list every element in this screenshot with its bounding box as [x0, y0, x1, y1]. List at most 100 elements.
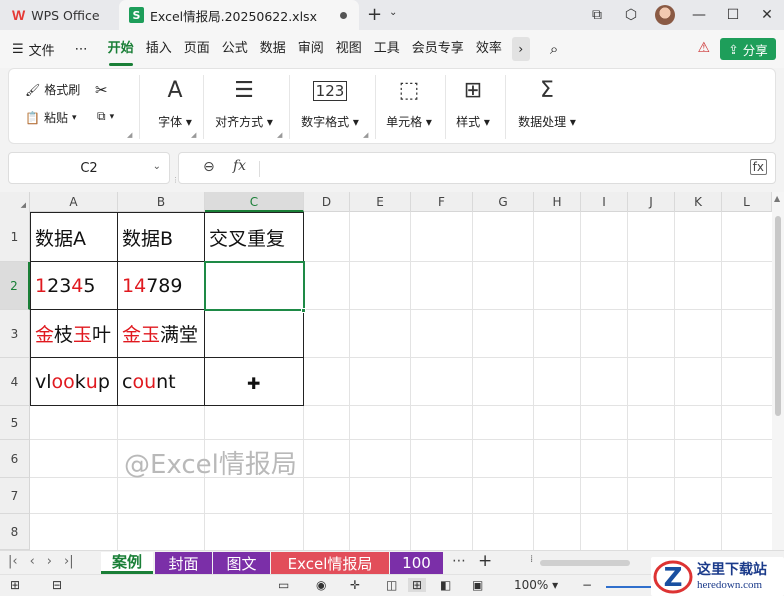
new-tab-caret-icon[interactable]: ⌄	[389, 7, 397, 18]
column-header-h[interactable]: H	[534, 192, 581, 212]
sheet-tab-cover[interactable]: 封面	[155, 552, 212, 574]
expand-formula-icon[interactable]: fx	[749, 159, 767, 175]
new-tab-plus-icon[interactable]: +	[367, 4, 382, 25]
search-icon[interactable]: ⌕	[550, 40, 558, 58]
maximize-icon[interactable]: ☐	[716, 7, 750, 23]
reading-mode-icon[interactable]: ◫	[386, 578, 397, 592]
cell-b3[interactable]: 金玉 满堂	[118, 310, 205, 358]
page-layout-icon[interactable]: ◧	[440, 578, 451, 592]
vertical-scrollbar[interactable]: ▲	[772, 192, 784, 550]
row-header-3[interactable]: 3	[0, 310, 30, 358]
horizontal-scroll-thumb[interactable]	[540, 560, 630, 566]
scroll-up-icon[interactable]: ▲	[774, 194, 780, 203]
column-header-c[interactable]: C	[205, 192, 304, 212]
cell-a4[interactable]: vl oo k u p	[30, 358, 118, 406]
eye-view-icon[interactable]: ◉	[316, 578, 326, 592]
share-button[interactable]: ⇪ 分享	[720, 38, 776, 60]
avatar[interactable]	[655, 5, 675, 25]
row-header-5[interactable]: 5	[0, 406, 30, 440]
cell-a3[interactable]: 金枝玉叶	[30, 310, 118, 358]
tab-view[interactable]: 视图	[330, 30, 368, 68]
vertical-scroll-thumb[interactable]	[775, 216, 781, 416]
chevron-right-icon[interactable]: ›	[511, 37, 530, 61]
restore-tabs-icon[interactable]: ⧉	[580, 7, 614, 23]
column-header-g[interactable]: G	[473, 192, 534, 212]
cell-c3[interactable]	[205, 310, 304, 358]
next-sheet-icon[interactable]: ›	[47, 554, 52, 569]
minimize-icon[interactable]: —	[682, 7, 716, 23]
styles-group[interactable]: ⊞ 样式 ▾	[451, 77, 495, 130]
cell-a2[interactable]: 12345	[30, 262, 118, 310]
sheet-tab-100[interactable]: 100	[390, 552, 443, 574]
column-header-i[interactable]: I	[581, 192, 628, 212]
sheet-tab-case[interactable]: 案例	[101, 552, 153, 574]
sheet-view-icon[interactable]: ⊟	[52, 578, 62, 592]
tab-review[interactable]: 审阅	[292, 30, 330, 68]
tab-tools[interactable]: 工具	[368, 30, 406, 68]
focus-mode-icon[interactable]: ✛	[350, 578, 360, 592]
row-header-6[interactable]: 6	[0, 440, 30, 478]
number-format-group[interactable]: 123 数字格式 ▾	[295, 77, 365, 130]
macro-record-icon[interactable]: ⊞	[10, 578, 20, 592]
paste-button[interactable]: 📋 粘贴 ▾	[25, 109, 77, 126]
column-header-e[interactable]: E	[350, 192, 411, 212]
column-header-a[interactable]: A	[30, 192, 118, 212]
zoom-level[interactable]: 100% ▾	[514, 578, 558, 592]
column-header-f[interactable]: F	[411, 192, 473, 212]
row-header-7[interactable]: 7	[0, 478, 30, 514]
document-tab[interactable]: S Excel情报局.20250622.xlsx	[119, 0, 359, 30]
file-menu[interactable]: ☰ 文件	[12, 40, 55, 59]
column-header-b[interactable]: B	[118, 192, 205, 212]
tab-data[interactable]: 数据	[254, 30, 292, 68]
split-handle-icon[interactable]: ⁞	[530, 554, 533, 565]
column-header-d[interactable]: D	[304, 192, 350, 212]
zoom-search-icon[interactable]: ⊖	[203, 159, 215, 175]
tab-page[interactable]: 页面	[178, 30, 216, 68]
first-sheet-icon[interactable]: |‹	[8, 554, 18, 569]
clipboard-launcher-icon[interactable]: ◢	[127, 131, 132, 139]
cell-c1[interactable]: 交叉重复	[205, 212, 304, 262]
close-icon[interactable]: ✕	[750, 7, 784, 23]
cut-scissors-icon[interactable]: ✂	[95, 81, 108, 99]
column-header-l[interactable]: L	[722, 192, 772, 212]
wps-home-tab[interactable]: W WPS Office	[12, 6, 100, 24]
name-box[interactable]: C2 ⌄	[8, 152, 170, 184]
more-menu-icon[interactable]: ⋯	[75, 42, 88, 57]
alignment-launcher-icon[interactable]: ◢	[277, 131, 282, 139]
chevron-down-icon[interactable]: ⌄	[153, 161, 161, 172]
active-cell-selection[interactable]	[204, 261, 305, 311]
font-group[interactable]: A 字体 ▾	[151, 77, 199, 130]
last-sheet-icon[interactable]: ›|	[64, 554, 74, 569]
tab-insert[interactable]: 插入	[140, 30, 178, 68]
font-launcher-icon[interactable]: ◢	[191, 131, 196, 139]
tab-home[interactable]: 开始	[102, 30, 140, 68]
formula-input[interactable]: ⊖ fx fx	[178, 152, 776, 184]
fx-icon[interactable]: fx	[233, 158, 246, 174]
zoom-out-icon[interactable]: −	[582, 578, 592, 592]
box-icon[interactable]: ⬡	[614, 7, 648, 23]
copy-button[interactable]: ⧉ ▾	[97, 109, 114, 124]
sheet-tab-excel[interactable]: Excel情报局	[271, 552, 389, 574]
cloud-sync-icon[interactable]: ⚠	[697, 40, 710, 56]
column-header-k[interactable]: K	[675, 192, 722, 212]
cell-a1[interactable]: 数据A	[30, 212, 118, 262]
data-processing-group[interactable]: Σ 数据处理 ▾	[515, 77, 579, 130]
fill-handle[interactable]	[301, 308, 306, 313]
sheet-tab-graphic[interactable]: 图文	[213, 552, 270, 574]
format-painter-button[interactable]: 🖌 格式刷	[25, 81, 80, 98]
tab-formulas[interactable]: 公式	[216, 30, 254, 68]
column-header-j[interactable]: J	[628, 192, 675, 212]
page-break-icon[interactable]: ▣	[472, 578, 483, 592]
cell-b2[interactable]: 14 789	[118, 262, 205, 310]
protect-view-icon[interactable]: ▭	[278, 578, 289, 592]
cell-b1[interactable]: 数据B	[118, 212, 205, 262]
cells-group[interactable]: ⬚ 单元格 ▾	[381, 77, 437, 130]
number-launcher-icon[interactable]: ◢	[363, 131, 368, 139]
more-sheets-icon[interactable]: ⋯	[452, 553, 466, 569]
row-header-2[interactable]: 2	[0, 262, 30, 310]
cell-b4[interactable]: c ou nt	[118, 358, 205, 406]
prev-sheet-icon[interactable]: ‹	[30, 554, 35, 569]
add-sheet-icon[interactable]: +	[478, 551, 492, 571]
spreadsheet-grid[interactable]: ◢ A B C D E F G H I J K L 1 2 3 4 5 6 7 …	[0, 192, 772, 550]
row-header-8[interactable]: 8	[0, 514, 30, 550]
